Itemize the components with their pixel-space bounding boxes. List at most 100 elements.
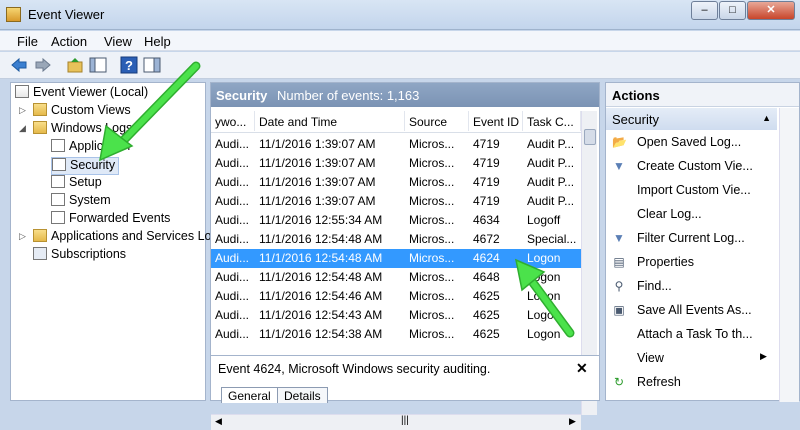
- action-item[interactable]: ▼ Filter Current Log...: [606, 227, 777, 251]
- tree-setup[interactable]: Setup: [51, 175, 102, 193]
- scroll-left-icon[interactable]: ◀: [215, 416, 222, 427]
- table-cell: Audi...: [215, 327, 250, 341]
- tree-security[interactable]: Security: [51, 157, 120, 175]
- action-item-label: Properties: [637, 255, 694, 269]
- tree-custom-views-label: Custom Views: [51, 103, 131, 117]
- actions-section-security[interactable]: Security ▲: [606, 108, 777, 130]
- action-item[interactable]: ⚲ Find...: [606, 275, 777, 299]
- table-cell: Logoff: [527, 213, 561, 227]
- table-row[interactable]: Audi... 11/1/2016 12:55:34 AM Micros... 463…: [211, 211, 581, 230]
- help-icon[interactable]: ?: [120, 56, 138, 74]
- table-cell: 11/1/2016 12:54:43 AM: [259, 308, 383, 322]
- action-item[interactable]: 📂 Open Saved Log...: [606, 131, 777, 155]
- column-event-id[interactable]: Event ID: [469, 111, 523, 131]
- table-cell: 4625: [473, 289, 500, 303]
- table-row[interactable]: Audi... 11/1/2016 12:54:48 AM Micros... 464…: [211, 268, 581, 287]
- action-item[interactable]: ▼ Create Custom Vie...: [606, 155, 777, 179]
- table-cell: Audi...: [215, 289, 250, 303]
- up-folder-icon[interactable]: [66, 56, 84, 74]
- horizontal-scrollbar[interactable]: ◀ ||| ▶: [211, 414, 581, 430]
- navigation-tree: Event Viewer (Local) ▷ Custom Views ◢ Wi…: [10, 82, 225, 401]
- table-cell: 11/1/2016 1:39:07 AM: [259, 175, 376, 189]
- column-source[interactable]: Source: [405, 111, 469, 131]
- table-row[interactable]: Audi... 11/1/2016 12:54:48 AM Micros... 467…: [211, 230, 581, 249]
- table-cell: Audi...: [215, 175, 250, 189]
- table-row[interactable]: Audi... 11/1/2016 12:54:48 AM Micros... 462…: [211, 249, 581, 268]
- close-button[interactable]: ✕: [747, 1, 795, 20]
- column-task-category[interactable]: Task C...: [523, 111, 581, 131]
- action-item[interactable]: ↻ Refresh: [606, 371, 777, 395]
- table-cell: Micros...: [409, 213, 455, 227]
- svg-text:?: ?: [125, 58, 133, 73]
- submenu-arrow-icon: ▶: [760, 351, 767, 361]
- table-cell: Audi...: [215, 194, 250, 208]
- table-cell: 11/1/2016 12:54:38 AM: [259, 327, 383, 341]
- minimize-button[interactable]: –: [691, 1, 718, 20]
- tree-custom-views[interactable]: ▷ Custom Views: [19, 103, 131, 121]
- column-date-time[interactable]: Date and Time: [255, 111, 405, 131]
- action-item[interactable]: ▣ Save All Events As...: [606, 299, 777, 323]
- action-item-label: Find...: [637, 279, 672, 293]
- table-cell: Logon: [527, 270, 561, 284]
- column-headers: ywo... Date and Time Source Event ID Tas…: [211, 111, 581, 133]
- menu-file[interactable]: File: [17, 34, 38, 49]
- table-cell: 4625: [473, 327, 500, 341]
- tree-forwarded-events[interactable]: Forwarded Events: [51, 211, 170, 229]
- tree-system-label: System: [69, 193, 111, 207]
- collapse-up-icon[interactable]: ▲: [762, 113, 771, 123]
- table-cell: Audi...: [215, 232, 250, 246]
- table-cell: Logon: [527, 289, 561, 303]
- close-icon[interactable]: ✕: [576, 360, 588, 377]
- table-row[interactable]: Audi... 11/1/2016 1:39:07 AM Micros... 4719…: [211, 173, 581, 192]
- table-row[interactable]: Audi... 11/1/2016 1:39:07 AM Micros... 4719…: [211, 135, 581, 154]
- table-cell: 4634: [473, 213, 500, 227]
- menu-view[interactable]: View: [104, 34, 132, 49]
- expand-icon[interactable]: ▷: [19, 105, 26, 116]
- table-cell: Micros...: [409, 175, 455, 189]
- show-hide-tree-icon[interactable]: [89, 56, 107, 74]
- menu-help[interactable]: Help: [144, 34, 171, 49]
- tree-setup-label: Setup: [69, 175, 102, 189]
- tree-root[interactable]: Event Viewer (Local): [15, 85, 148, 103]
- menu-action[interactable]: Action: [51, 34, 87, 49]
- scroll-right-icon[interactable]: ▶: [569, 416, 576, 427]
- table-row[interactable]: Audi... 11/1/2016 1:39:07 AM Micros... 4719…: [211, 154, 581, 173]
- action-item[interactable]: Import Custom Vie...: [606, 179, 777, 203]
- table-row[interactable]: Audi... 11/1/2016 12:54:46 AM Micros... 462…: [211, 287, 581, 306]
- tree-root-label: Event Viewer (Local): [33, 85, 149, 99]
- tree-subscriptions[interactable]: Subscriptions: [33, 247, 126, 265]
- action-item[interactable]: View ▶: [606, 347, 777, 371]
- table-row[interactable]: Audi... 11/1/2016 12:54:43 AM Micros... 462…: [211, 306, 581, 325]
- table-cell: Micros...: [409, 289, 455, 303]
- table-cell: 11/1/2016 1:39:07 AM: [259, 194, 376, 208]
- tree-system[interactable]: System: [51, 193, 111, 211]
- log-icon: [52, 158, 66, 171]
- forward-arrow-icon[interactable]: [34, 56, 52, 74]
- event-details-pane: Event 4624, Microsoft Windows security a…: [210, 355, 600, 403]
- table-row[interactable]: Audi... 11/1/2016 1:39:07 AM Micros... 4719…: [211, 192, 581, 211]
- scroll-grip-icon[interactable]: |||: [401, 415, 409, 426]
- show-hide-action-pane-icon[interactable]: [143, 56, 161, 74]
- maximize-button[interactable]: □: [719, 1, 746, 20]
- menu-bar: File Action View Help: [0, 31, 800, 51]
- action-item[interactable]: Attach a Task To th...: [606, 323, 777, 347]
- collapse-icon[interactable]: ◢: [19, 123, 26, 134]
- tree-windows-logs[interactable]: ◢ Windows Logs: [19, 121, 132, 139]
- action-item[interactable]: ▤ Properties: [606, 251, 777, 275]
- folder-icon: [33, 103, 47, 116]
- table-cell: Audit P...: [527, 137, 575, 151]
- table-row[interactable]: Audi... 11/1/2016 12:54:38 AM Micros... 462…: [211, 325, 581, 344]
- toolbar: ?: [0, 52, 800, 79]
- action-item-label: Open Saved Log...: [637, 135, 742, 149]
- event-count: Number of events: 1,163: [277, 88, 420, 103]
- back-arrow-icon[interactable]: [10, 56, 28, 74]
- expand-icon[interactable]: ▷: [19, 231, 26, 242]
- tree-application[interactable]: Application: [51, 139, 130, 157]
- column-keywords[interactable]: ywo...: [211, 111, 255, 131]
- action-item-label: Import Custom Vie...: [637, 183, 751, 197]
- tree-apps-services[interactable]: ▷ Applications and Services Logs: [19, 229, 225, 247]
- scroll-thumb[interactable]: [584, 129, 596, 145]
- actions-scrollbar[interactable]: [779, 108, 799, 402]
- action-item[interactable]: Clear Log...: [606, 203, 777, 227]
- log-icon: [51, 193, 65, 206]
